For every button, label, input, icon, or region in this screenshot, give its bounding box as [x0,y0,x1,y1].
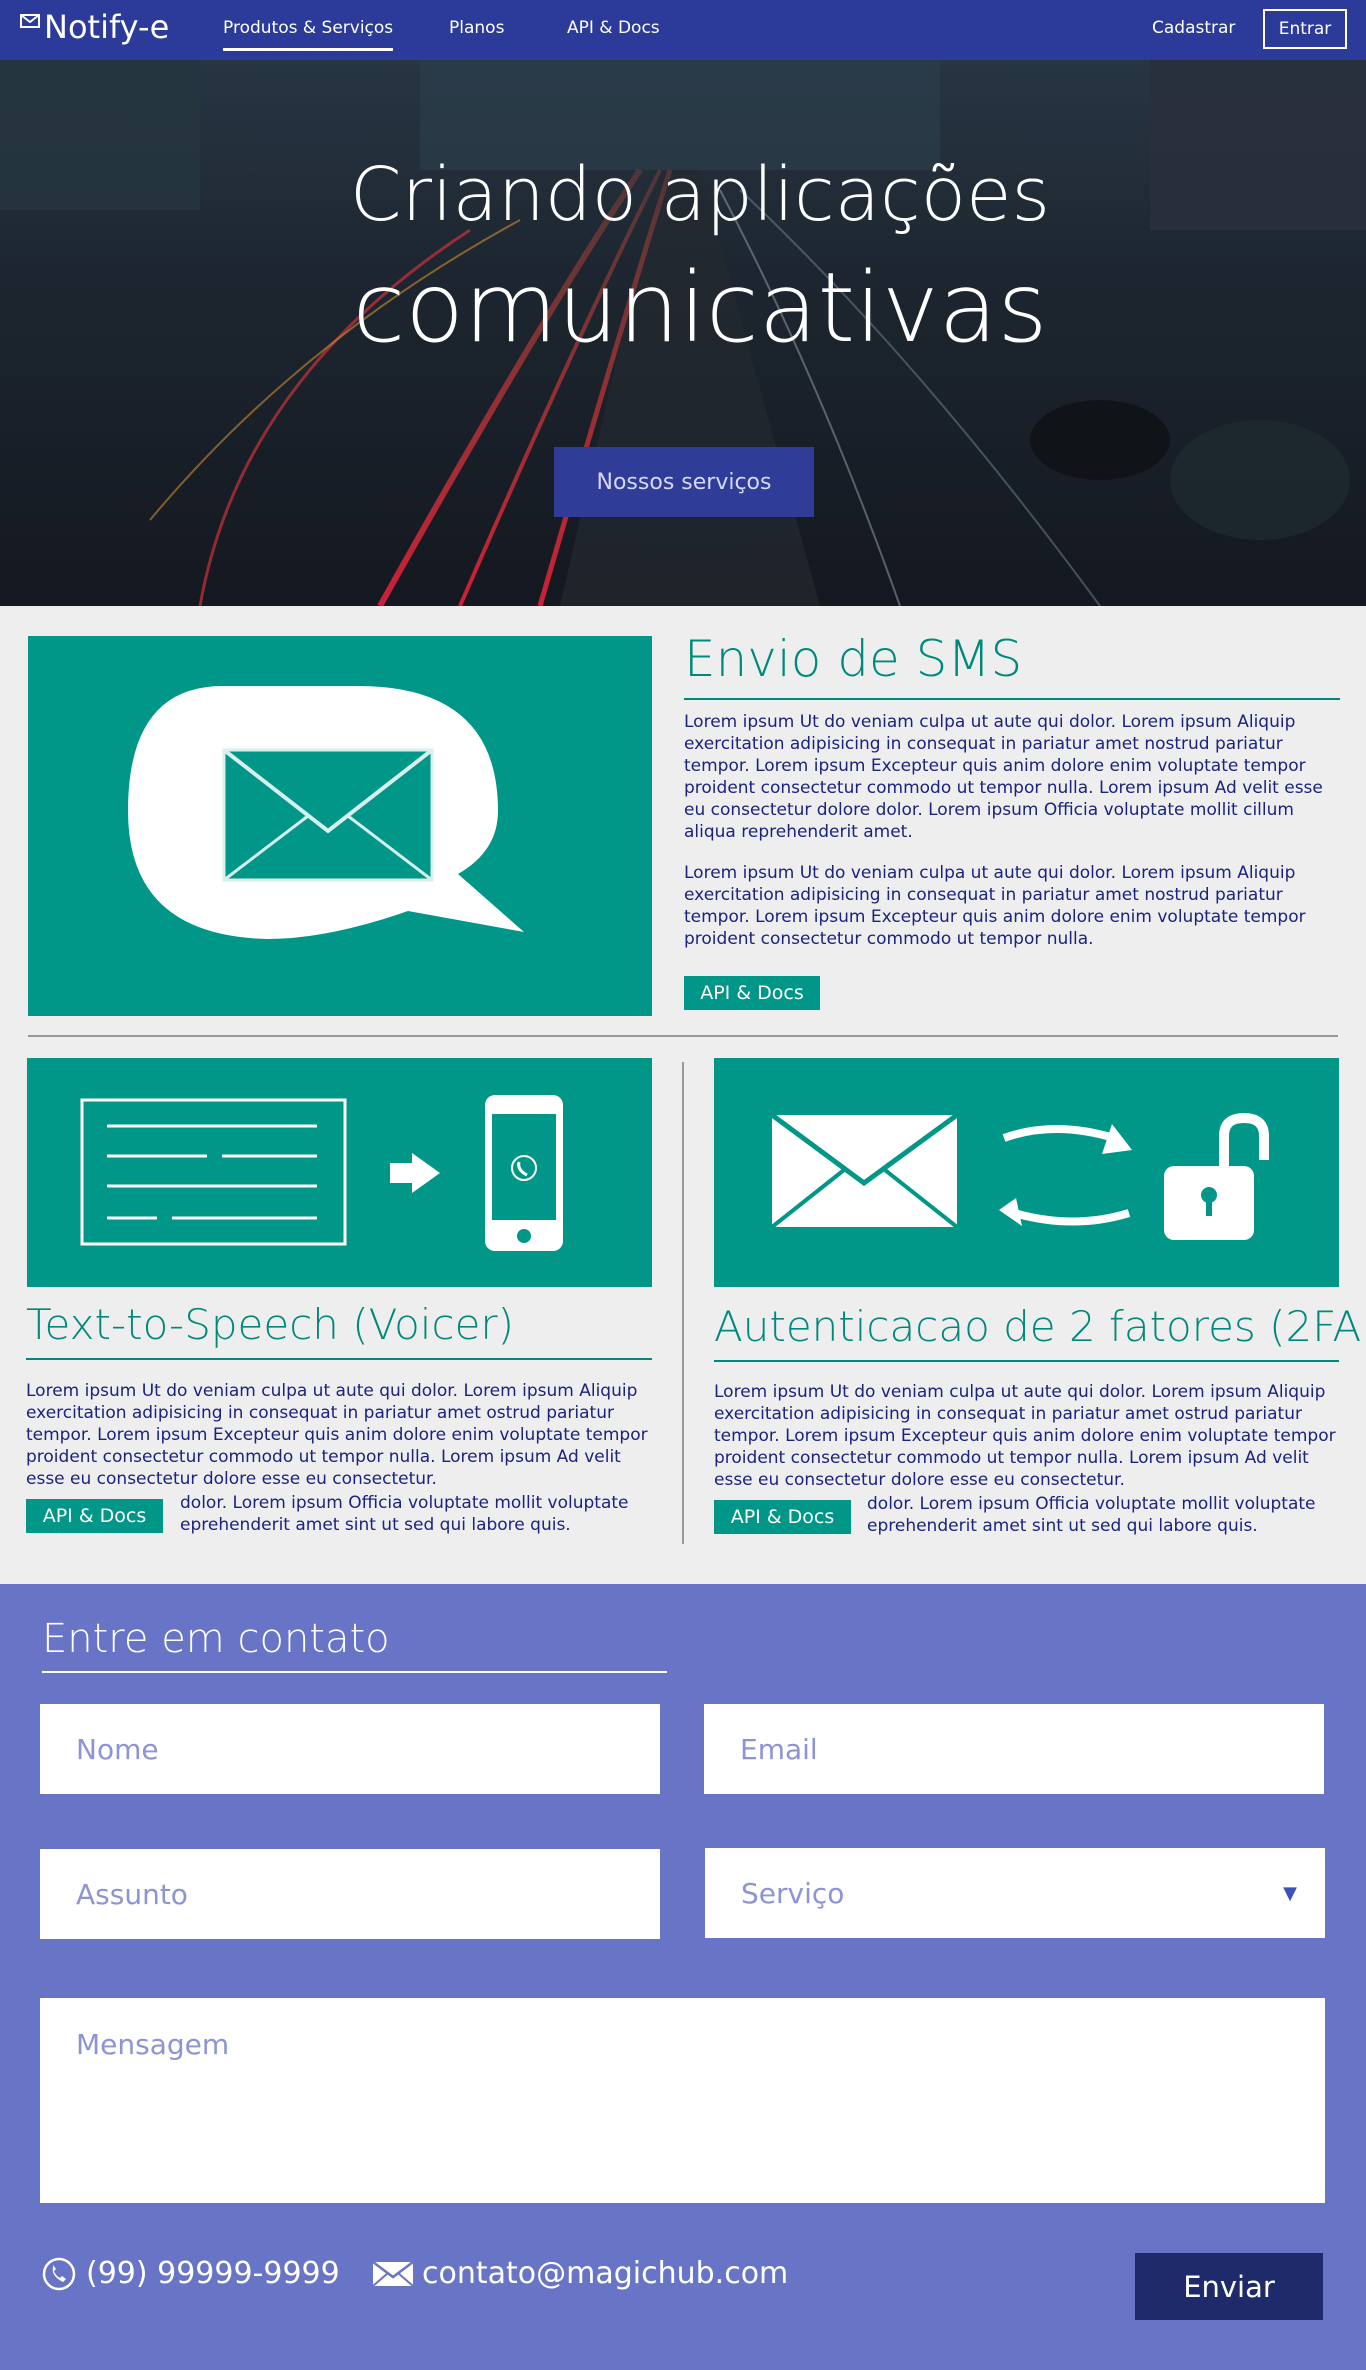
twofa-api-docs-button[interactable]: API & Docs [714,1500,851,1534]
nav-link-api-docs[interactable]: API & Docs [567,18,660,38]
envelope-sync-lock-icon [770,1112,1269,1240]
nav-link-products[interactable]: Produtos & Serviços [223,18,394,51]
sms-title: Envio de SMS [684,630,1023,688]
sms-paragraph-1: Lorem ipsum Ut do veniam culpa ut aute q… [684,712,1323,842]
name-input[interactable]: Nome [40,1704,660,1794]
contact-divider [42,1671,667,1673]
envelope-logo-icon [20,14,40,28]
logo[interactable]: Notify-e [20,8,169,46]
twofa-paragraph-1: Lorem ipsum Ut do veniam culpa ut aute q… [714,1382,1336,1490]
signup-link[interactable]: Cadastrar [1152,18,1235,38]
chevron-down-icon: ▼ [1283,1882,1297,1904]
column-divider [682,1062,684,1544]
tts-divider [26,1358,652,1360]
section-divider [28,1035,1338,1037]
contact-email: contato@magichub.com [372,2256,788,2291]
send-button[interactable]: Enviar [1135,2253,1323,2320]
login-button[interactable]: Entrar [1263,9,1347,49]
tts-paragraph-1: Lorem ipsum Ut do veniam culpa ut aute q… [26,1381,648,1489]
text-to-phone-icon [80,1095,563,1251]
contact-section: Entre em contato Nome Email Assunto Serv… [0,1584,1366,2370]
top-navbar: Notify-e Produtos & Serviços Planos API … [0,0,1366,60]
logo-text: Notify-e [44,8,170,46]
hero-banner: Criando aplicações comunicativas Nossos … [0,0,1366,606]
sms-api-docs-button[interactable]: API & Docs [684,976,820,1010]
twofa-title: Autenticacao de 2 fatores (2FA) [714,1302,1366,1351]
service-select[interactable]: Serviço ▼ [705,1848,1325,1938]
email-address[interactable]: contato@magichub.com [422,2256,788,2291]
service-select-value: Serviço [741,1876,845,1910]
sms-divider [684,698,1340,700]
twofa-paragraph-2: dolor. Lorem ipsum Officia voluptate mol… [867,1494,1316,1536]
subject-input[interactable]: Assunto [40,1849,660,1939]
our-services-button[interactable]: Nossos serviços [554,447,814,517]
contact-phone: (99) 99999-9999 [42,2256,340,2291]
sms-illustration [28,636,652,1016]
tts-paragraph-2: dolor. Lorem ipsum Officia voluptate mol… [180,1493,629,1535]
hero-title-line1: Criando aplicações [349,152,1051,238]
sms-paragraph-2: Lorem ipsum Ut do veniam culpa ut aute q… [684,863,1306,949]
tts-title: Text-to-Speech (Voicer) [26,1300,515,1349]
twofa-illustration [714,1058,1339,1287]
hero-title-line2: comunicativas [352,252,1048,364]
email-input[interactable]: Email [704,1704,1324,1794]
chat-bubble-envelope-icon [128,686,524,939]
phone-number: (99) 99999-9999 [86,2256,340,2291]
tts-illustration [27,1058,652,1287]
contact-title: Entre em contato [42,1616,390,1662]
envelope-icon [372,2260,414,2287]
twofa-divider [714,1360,1339,1362]
message-textarea[interactable]: Mensagem [40,1998,1325,2203]
phone-icon [42,2257,76,2290]
tts-api-docs-button[interactable]: API & Docs [26,1499,163,1533]
nav-link-plans[interactable]: Planos [449,18,504,38]
